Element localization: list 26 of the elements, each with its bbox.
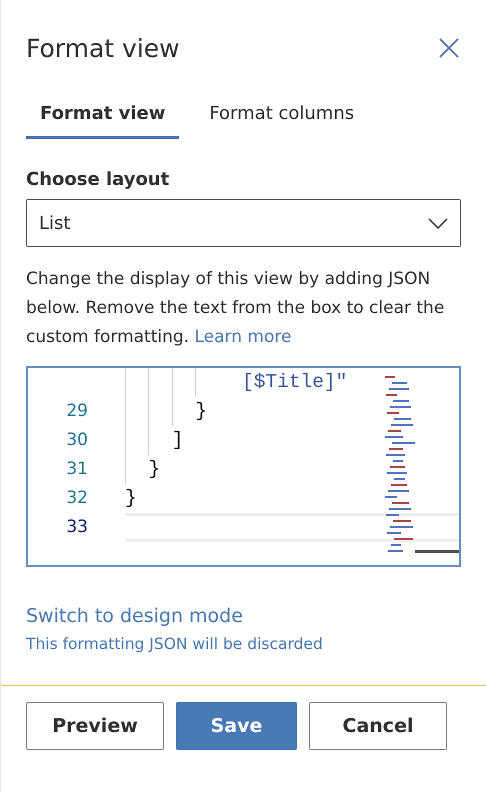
tab[interactable]: Format columns — [195, 93, 368, 139]
layout-label: Choose layout — [26, 169, 170, 190]
secondary-button[interactable]: Preview — [26, 702, 164, 750]
tab[interactable]: Format view — [26, 93, 180, 139]
description-text: Change the display of this view by adding JSON below. Remove the text from the box to clear the custom formatting. Learn more — [26, 268, 446, 349]
discard-note: This formatting JSON will be discarded — [26, 635, 324, 653]
code-line: } — [125, 486, 137, 511]
primary-button[interactable]: Save — [176, 702, 297, 750]
design-mode-link[interactable]: Switch to design mode — [26, 605, 461, 627]
code-line: } — [147, 457, 160, 482]
learn-more-link[interactable]: Learn more — [194, 327, 292, 347]
line-number: 29 — [65, 400, 89, 423]
chevron-down-icon — [428, 218, 448, 228]
line-number: 33 — [65, 516, 89, 539]
line-number: 31 — [65, 458, 89, 481]
line-number: 30 — [65, 429, 89, 452]
code-editor[interactable]: 29 30 31 32 33 [$Title]" } ] } } — [26, 366, 461, 567]
layout-dropdown[interactable]: List — [26, 199, 461, 247]
close-icon[interactable] — [437, 36, 461, 60]
panel-title: Format view — [26, 34, 180, 62]
code-line: [$Title]" — [241, 370, 348, 395]
line-number: 32 — [65, 487, 89, 510]
code-line: } — [194, 399, 207, 424]
scrollbar-indicator — [415, 550, 459, 553]
code-line: ] — [170, 428, 184, 453]
secondary-button[interactable]: Cancel — [309, 702, 447, 750]
